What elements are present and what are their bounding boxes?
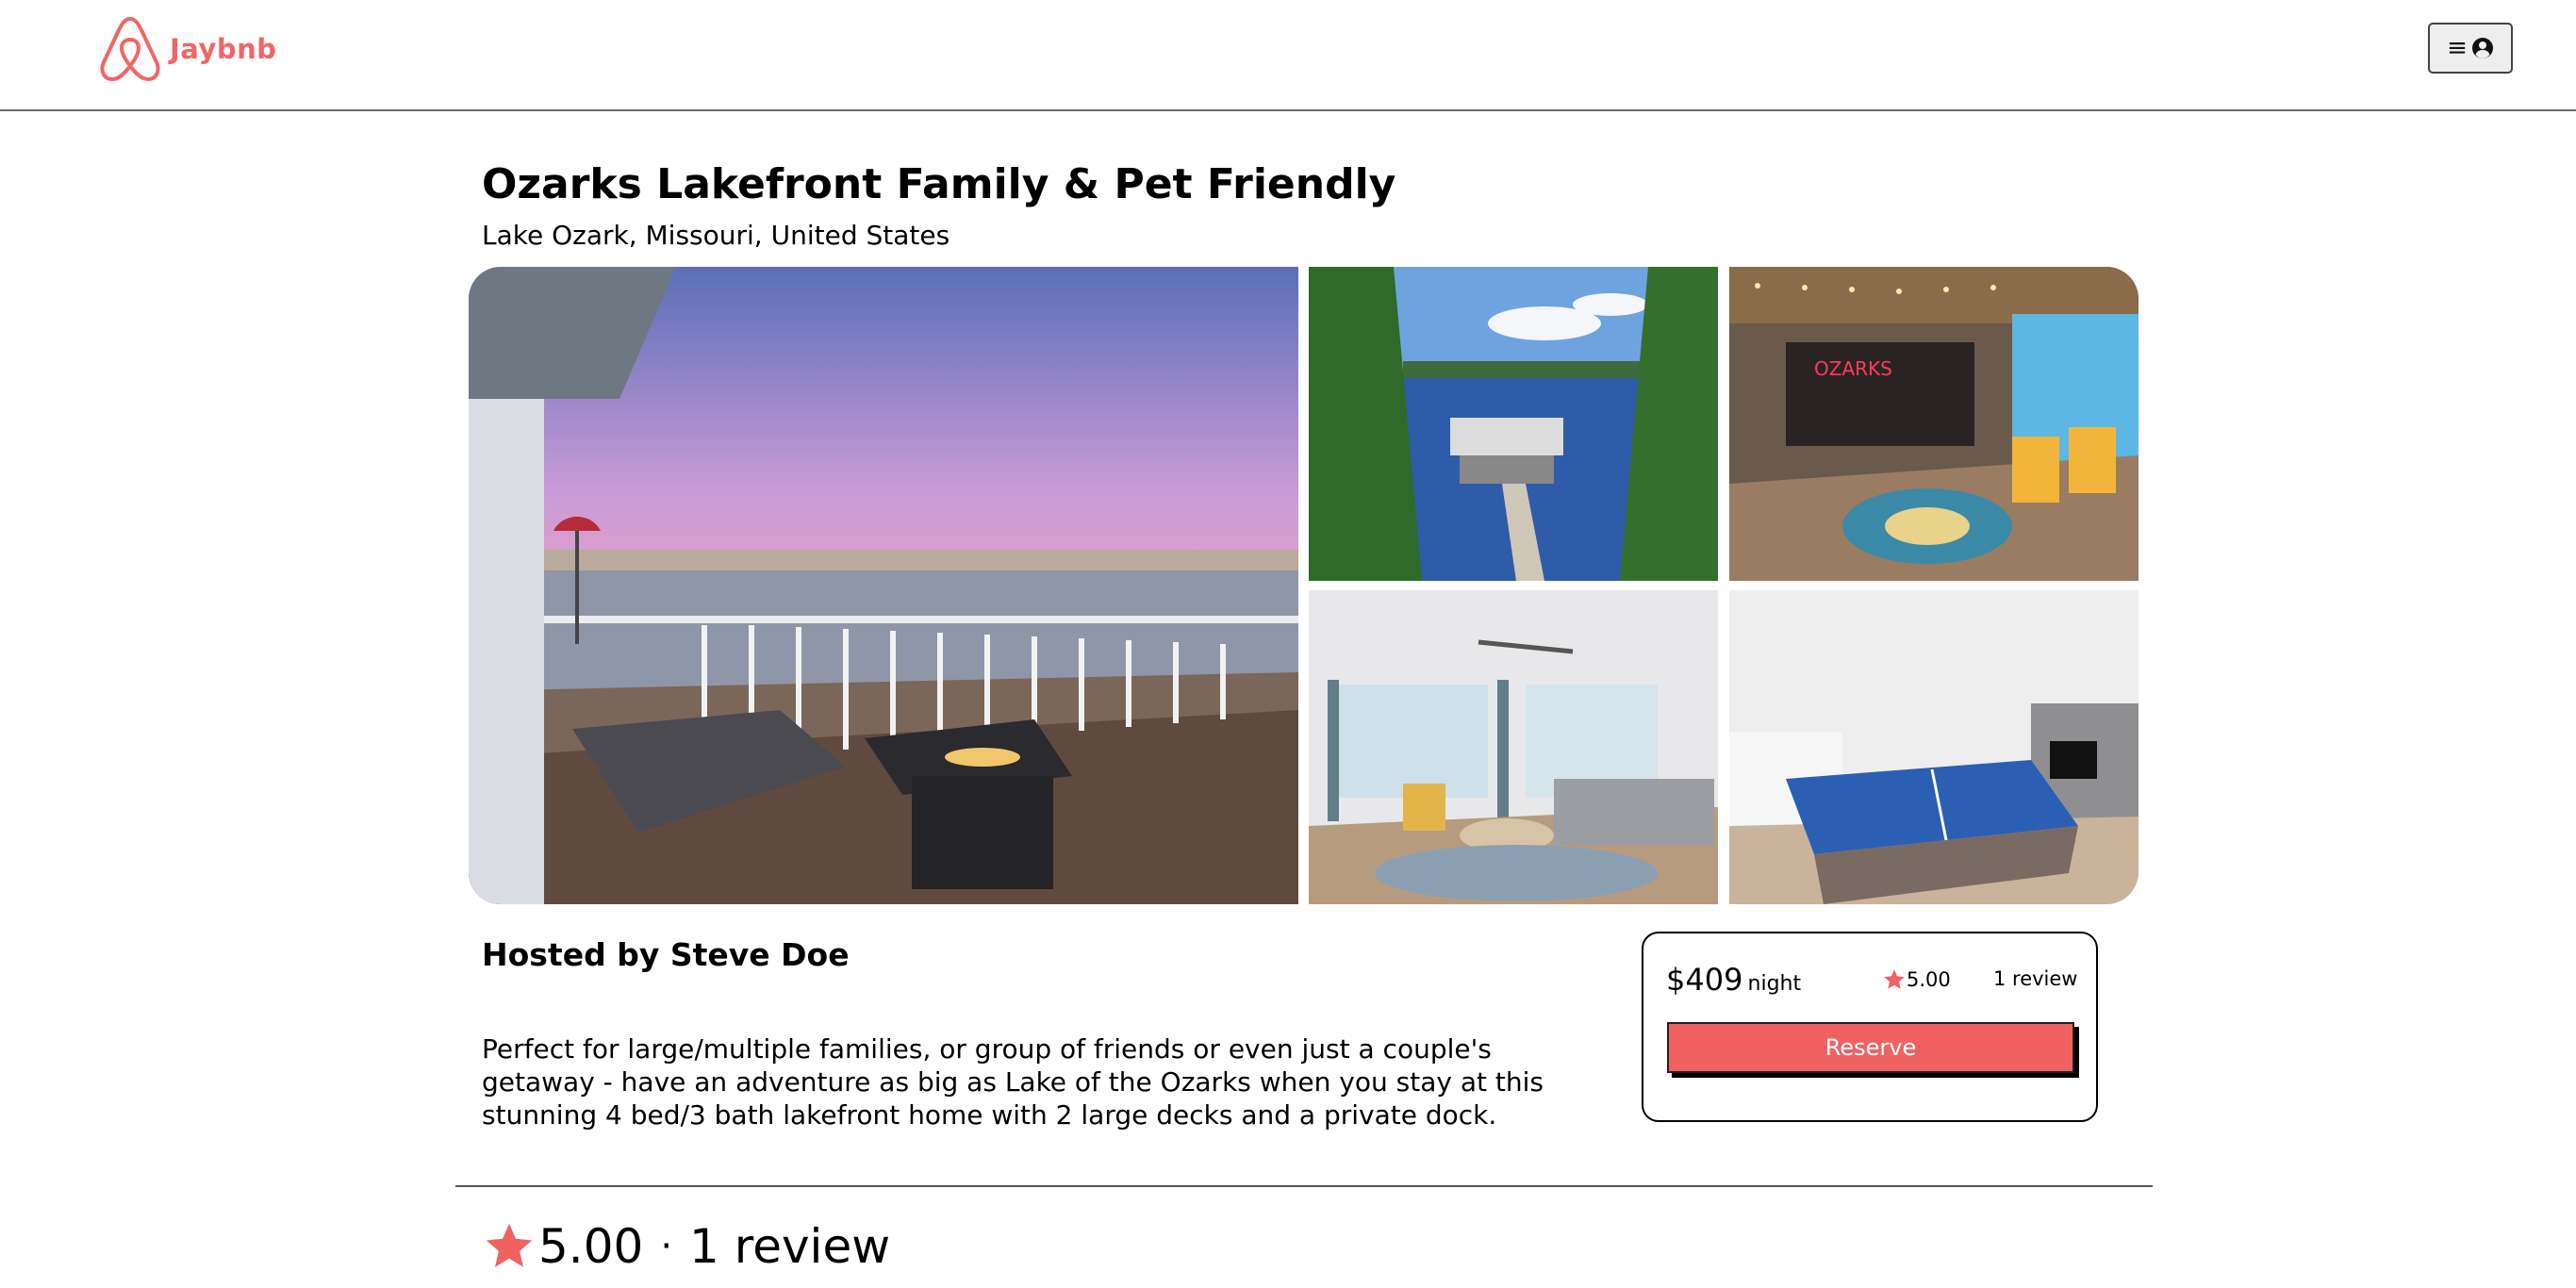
reviews-rating-value: 5.00	[538, 1219, 644, 1274]
listing-location: Lake Ozark, Missouri, United States	[482, 220, 950, 251]
listing-title: Ozarks Lakefront Family & Pet Friendly	[482, 160, 1396, 208]
reviews-separator: ·	[660, 1225, 673, 1268]
brand-logo-icon	[100, 17, 160, 81]
card-review-count[interactable]: 1 review	[1993, 967, 2078, 990]
photo-covered-porch[interactable]: OZARKS	[1729, 267, 2138, 581]
card-rating-value: 5.00	[1907, 968, 1951, 991]
brand-name: Jaybnb	[170, 33, 277, 65]
nightly-price: $409 night	[1666, 962, 1801, 998]
listing-description: Perfect for large/multiple families, or …	[482, 1033, 1544, 1131]
section-divider	[455, 1185, 2153, 1187]
navbar: Jaybnb ≡	[0, 0, 2576, 111]
price-unit: night	[1747, 972, 1802, 996]
photo-gallery: OZARKS	[469, 267, 2138, 904]
home-logo-link[interactable]: Jaybnb	[96, 13, 277, 85]
star-icon	[486, 1223, 533, 1267]
main-photo-deck-sunset[interactable]	[469, 267, 1298, 904]
booking-card: $409 night 5.00 1 review Reserve	[1642, 932, 2098, 1122]
svg-text:OZARKS: OZARKS	[1814, 357, 1892, 380]
hamburger-icon: ≡	[2447, 34, 2468, 62]
user-menu-button[interactable]: ≡	[2428, 23, 2513, 74]
photo-game-room[interactable]	[1729, 590, 2138, 904]
host-name: Hosted by Steve Doe	[482, 936, 850, 973]
user-circle-icon	[2471, 38, 2493, 58]
reviews-count: 1 review	[689, 1219, 891, 1274]
price-amount: $409	[1666, 962, 1743, 998]
photo-living-room[interactable]	[1309, 590, 1718, 904]
reserve-button[interactable]: Reserve	[1667, 1022, 2074, 1073]
photo-boat-dock[interactable]	[1309, 267, 1718, 581]
reviews-summary: 5.00 · 1 review	[482, 1219, 890, 1274]
star-icon	[1884, 969, 1905, 989]
card-rating: 5.00	[1882, 967, 1951, 992]
